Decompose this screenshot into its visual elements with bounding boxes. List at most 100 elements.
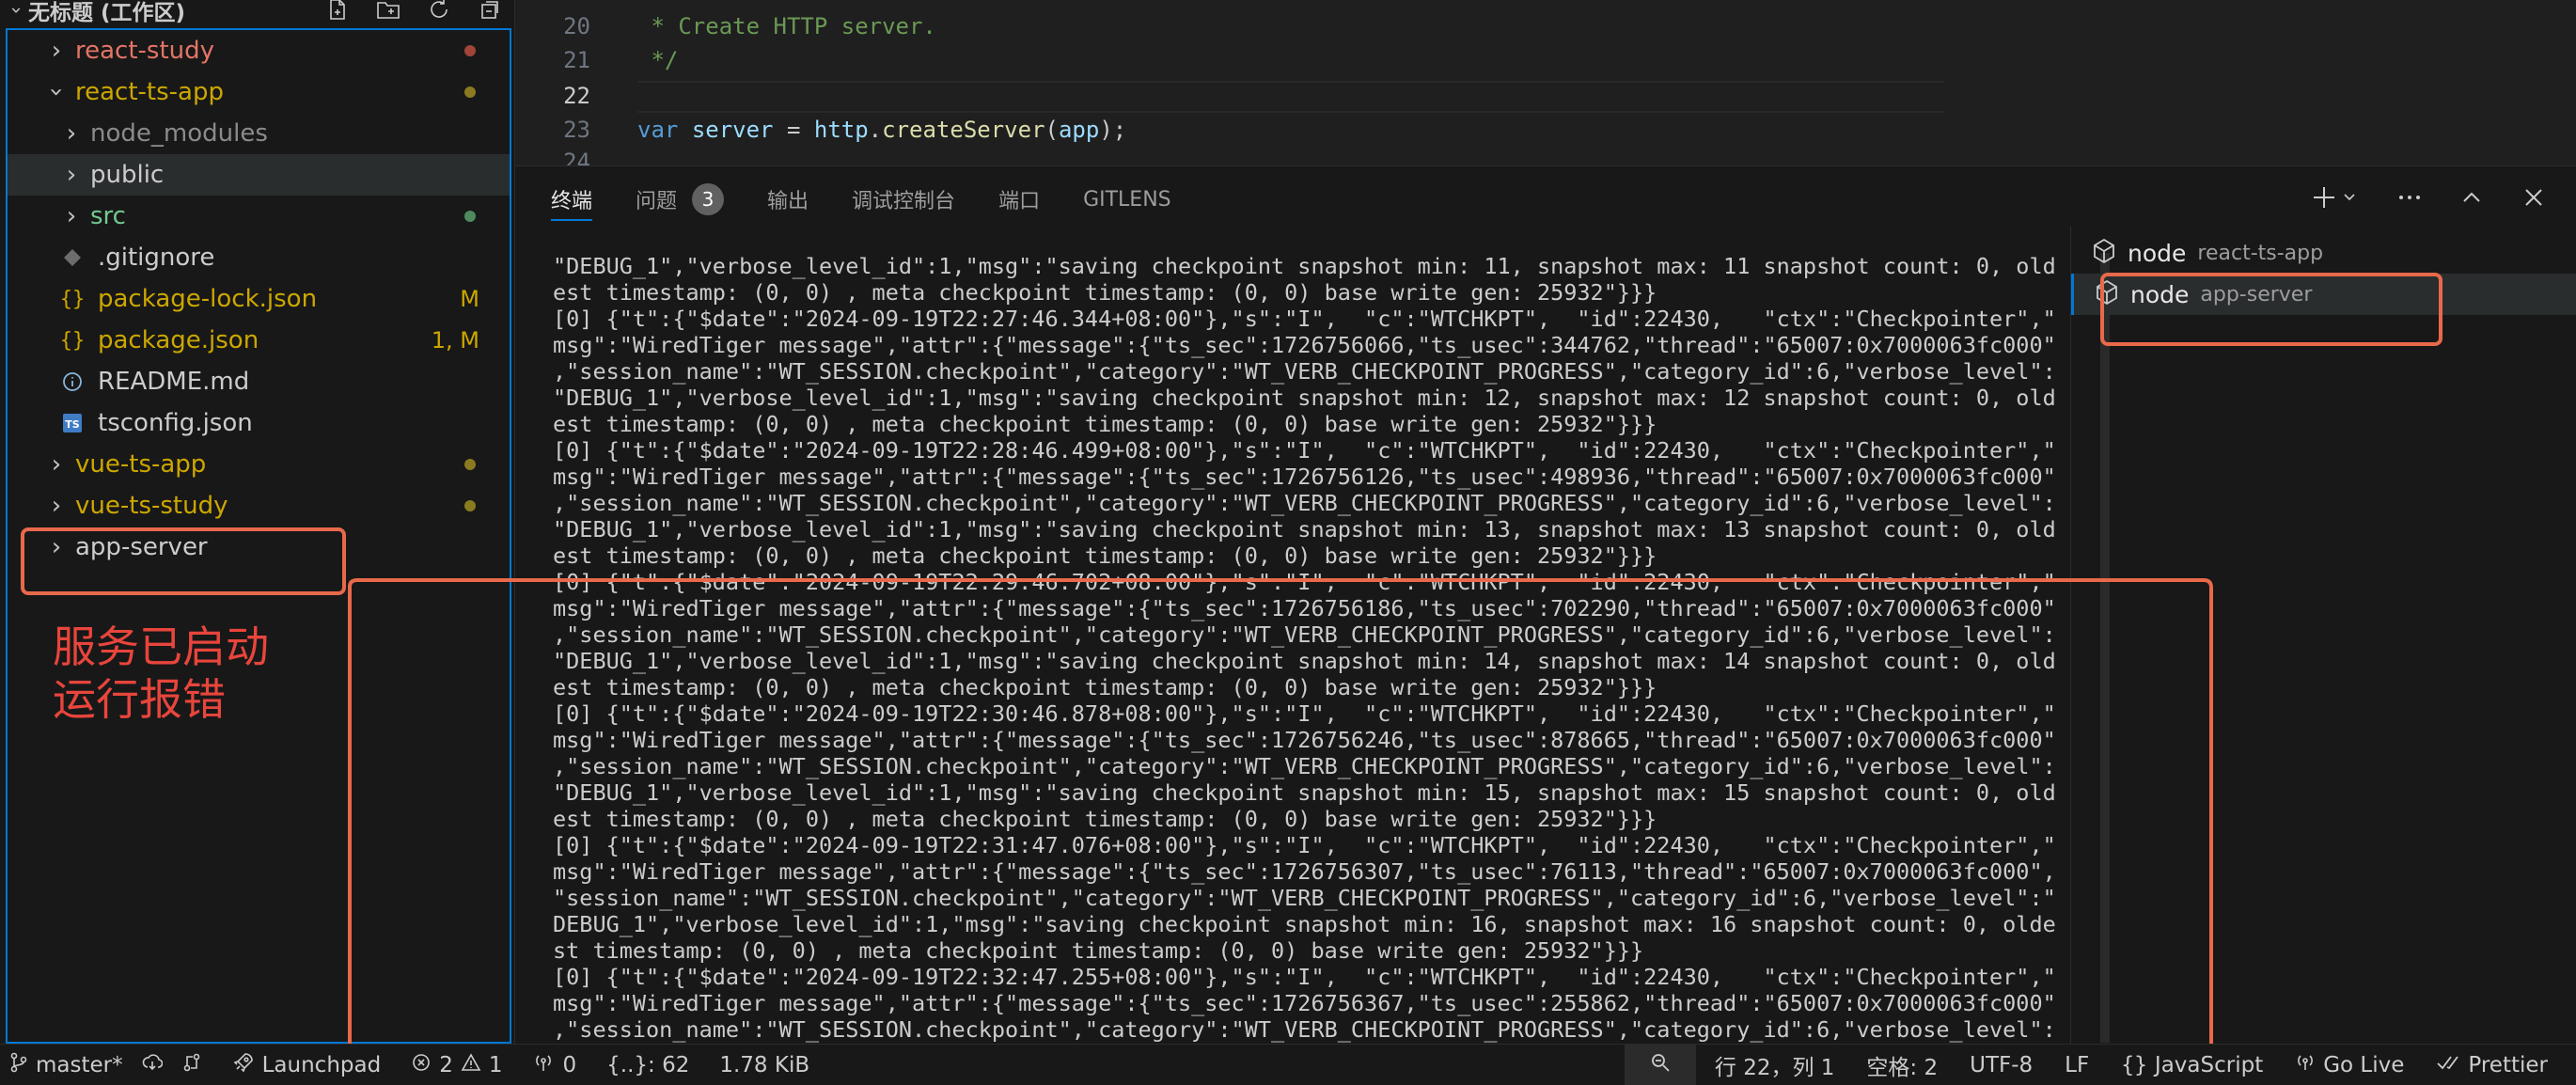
tree-item-label: src	[90, 202, 126, 230]
file-item-package-lock-json[interactable]: {} package-lock.json M	[8, 278, 510, 320]
code-line[interactable]: */	[637, 47, 678, 73]
maximize-panel-icon[interactable]	[2458, 183, 2486, 212]
tab-label: 端口	[998, 190, 1041, 213]
folder-item-node-modules[interactable]: › node_modules	[8, 113, 510, 154]
tab-problems[interactable]: 问题 3	[636, 183, 725, 215]
chevron-right-icon: ›	[66, 119, 77, 148]
status-language[interactable]: {} JavaScript	[2112, 1045, 2272, 1085]
git-status-dot	[464, 459, 476, 470]
status-branch[interactable]: master*	[0, 1045, 133, 1085]
git-branch-icon	[9, 1052, 28, 1078]
terminal-line: "session_name":"WT_SESSION.checkpoint","…	[553, 885, 2056, 911]
folder-item-react-ts-app[interactable]: › react-ts-app	[8, 71, 510, 113]
tab-debug-console[interactable]: 调试控制台	[852, 183, 955, 215]
status-launchpad[interactable]: Launchpad	[223, 1045, 391, 1085]
status-braces[interactable]: {..}: 62	[597, 1045, 699, 1085]
gitignore-icon	[60, 247, 85, 268]
golive-label: Go Live	[2323, 1052, 2405, 1077]
terminal-line: est timestamp: (0, 0) , meta checkpoint …	[553, 674, 1657, 700]
terminal-line: st timestamp: (0, 0) , meta checkpoint t…	[553, 937, 1644, 964]
status-golive[interactable]: Go Live	[2285, 1045, 2413, 1085]
collapse-all-icon[interactable]	[478, 0, 502, 21]
json-icon: {}	[59, 328, 86, 353]
folder-item-react-study[interactable]: › react-study	[8, 30, 510, 71]
tree-item-label: react-ts-app	[75, 78, 224, 106]
chevron-right-icon: ›	[51, 37, 62, 65]
terminal-line: [0] {"t":{"$date":"2024-09-19T22:32:47.2…	[553, 964, 2056, 990]
file-item-package-json[interactable]: {} package.json 1, M	[8, 320, 510, 361]
tree-item-label: package-lock.json	[98, 285, 318, 313]
terminal-line: [0] {"t":{"$date":"2024-09-19T22:31:47.0…	[553, 832, 2056, 858]
tab-label: 调试控制台	[852, 190, 956, 213]
language-label: JavaScript	[2154, 1052, 2264, 1077]
tab-label: 输出	[767, 190, 809, 213]
git-status-dot	[464, 86, 476, 98]
annotation-note-line2: 运行报错	[53, 674, 226, 725]
terminal-line: ,"session_name":"WT_SESSION.checkpoint",…	[553, 1016, 2056, 1043]
new-file-icon[interactable]	[325, 0, 350, 21]
status-problems[interactable]: 2 1	[401, 1045, 511, 1085]
warning-count: 1	[488, 1052, 503, 1077]
status-spaces[interactable]: 空格: 2	[1857, 1045, 1947, 1085]
line-number: 24	[563, 149, 590, 165]
terminal-line: msg":"WiredTiger message","attr":{"messa…	[553, 332, 2056, 358]
status-position[interactable]: 行 22，列 1	[1705, 1045, 1845, 1085]
launchpad-label: Launchpad	[261, 1052, 382, 1077]
eol-label: LF	[2065, 1052, 2090, 1077]
code-editor[interactable]: 20 * Create HTTP server. 21 */ 22 23 var…	[515, 0, 2576, 165]
problems-count-badge: 3	[692, 183, 725, 215]
refresh-icon[interactable]	[427, 0, 451, 21]
close-panel-icon[interactable]	[2520, 183, 2548, 212]
tree-item-label: tsconfig.json	[98, 409, 253, 437]
file-item-tsconfig-json[interactable]: TS tsconfig.json	[8, 402, 510, 444]
ports-count: 0	[562, 1052, 577, 1077]
workspace-header[interactable]: › 无标题 (工作区)	[0, 0, 515, 25]
tab-ports[interactable]: 端口	[998, 183, 1040, 215]
line-number: 20	[563, 13, 590, 39]
error-count: 2	[439, 1052, 453, 1077]
current-line-highlight	[637, 81, 1944, 113]
folder-item-vue-ts-study[interactable]: › vue-ts-study	[8, 485, 510, 527]
folder-item-src[interactable]: › src	[8, 196, 510, 237]
cursor-position: 行 22，列 1	[1714, 1055, 1835, 1080]
file-item-gitignore[interactable]: .gitignore	[8, 237, 510, 278]
tab-terminal[interactable]: 终端	[551, 183, 593, 221]
status-zoom[interactable]	[1624, 1044, 1696, 1085]
more-actions-icon[interactable]	[2395, 183, 2424, 212]
file-item-README-md[interactable]: README.md	[8, 361, 510, 402]
new-terminal-icon[interactable]	[2309, 183, 2362, 212]
git-status-dot	[464, 45, 476, 56]
terminal-name: node	[2128, 239, 2187, 267]
tab-gitlens[interactable]: GITLENS	[1083, 183, 1171, 215]
terminal-line: [0] {"t":{"$date":"2024-09-19T22:29:46.7…	[553, 569, 2056, 595]
git-status-dot	[464, 211, 476, 222]
terminal-line: est timestamp: (0, 0) , meta checkpoint …	[553, 279, 1657, 306]
annotation-box-terminal	[2100, 273, 2442, 346]
new-folder-icon[interactable]	[376, 0, 401, 21]
terminal-output[interactable]: "DEBUG_1","verbose_level_id":1,"msg":"sa…	[553, 253, 2091, 1045]
json-icon: {}	[59, 287, 86, 311]
status-gitlens[interactable]	[172, 1045, 212, 1085]
status-filesize: 1.78 KiB	[710, 1045, 819, 1085]
status-encoding[interactable]: UTF-8	[1960, 1045, 2042, 1085]
terminal-list: node react-ts-app node app-server	[2070, 227, 2576, 1045]
git-status-dot	[464, 500, 476, 511]
chevron-right-icon: ›	[51, 450, 62, 479]
status-eol[interactable]: LF	[2055, 1045, 2098, 1085]
terminal-line: DEBUG_1","verbose_level_id":1,"msg":"sav…	[553, 911, 2056, 937]
folder-item-public[interactable]: › public	[8, 154, 510, 196]
status-sync[interactable]	[133, 1045, 172, 1085]
status-ports[interactable]: 0	[523, 1045, 586, 1085]
tab-label: GITLENS	[1083, 187, 1171, 212]
tree-item-label: node_modules	[90, 119, 268, 148]
tree-item-label: README.md	[98, 368, 250, 396]
terminal-item-react-ts-app[interactable]: node react-ts-app	[2071, 232, 2576, 274]
tab-output[interactable]: 输出	[767, 183, 809, 215]
status-prettier[interactable]: Prettier	[2427, 1045, 2557, 1085]
broadcast-icon	[2295, 1052, 2316, 1078]
code-line[interactable]: var server = http.createServer(app);	[637, 117, 1126, 143]
error-icon	[411, 1052, 432, 1078]
terminal-line: ,"session_name":"WT_SESSION.checkpoint",…	[553, 358, 2056, 385]
folder-item-vue-ts-app[interactable]: › vue-ts-app	[8, 444, 510, 485]
code-line[interactable]: * Create HTTP server.	[637, 13, 935, 39]
